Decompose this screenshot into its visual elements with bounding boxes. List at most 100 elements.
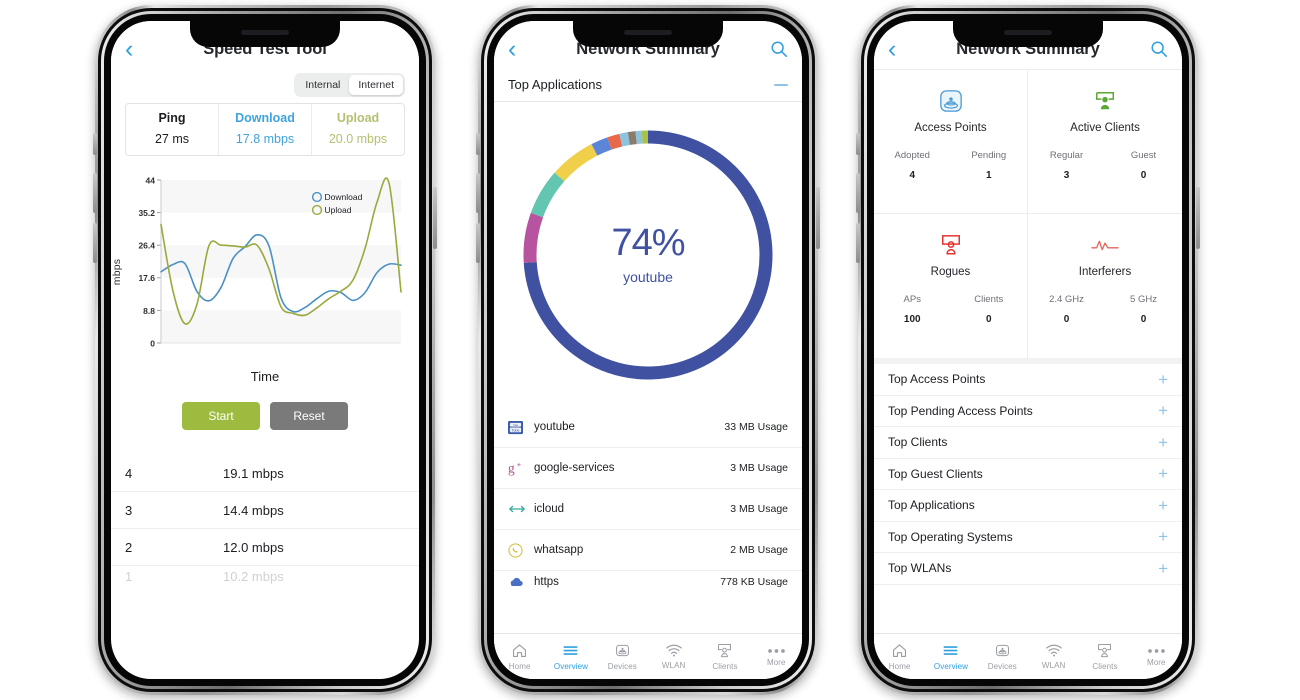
- tab-home[interactable]: Home: [494, 642, 545, 671]
- tab-more[interactable]: More: [751, 647, 802, 667]
- tab-clients[interactable]: Clients: [1079, 642, 1130, 671]
- app-name: youtube: [534, 421, 575, 433]
- list-item-label: Top Pending Access Points: [888, 403, 1033, 418]
- list-item[interactable]: Top Applications +: [874, 490, 1182, 522]
- speed-stats-box: Ping 27 ms Download 17.8 mbps Upload 20.…: [125, 103, 405, 156]
- minus-icon[interactable]: [774, 83, 788, 86]
- power-button[interactable]: [433, 187, 437, 249]
- metric-value: 3: [1063, 170, 1070, 181]
- power-button[interactable]: [816, 187, 820, 249]
- list-item[interactable]: icloud 3 MB Usage: [494, 489, 802, 530]
- speed-results-list: 4 19.1 mbps 3 14.4 mbps 2 12.0 mbps 1 10…: [111, 455, 419, 586]
- mute-switch[interactable]: [476, 133, 480, 155]
- scope-segmented-control[interactable]: Internal Internet: [294, 73, 405, 97]
- donut-center-label: 74% youtube: [611, 222, 685, 285]
- tab-wlan[interactable]: WLAN: [1028, 643, 1079, 670]
- plus-icon[interactable]: +: [1158, 434, 1168, 451]
- result-index: 2: [125, 539, 133, 555]
- metric-regular: Regular 3: [1028, 150, 1105, 181]
- svg-text:44: 44: [146, 175, 156, 185]
- volume-down-button[interactable]: [476, 223, 480, 263]
- tab-devices[interactable]: Devices: [597, 642, 648, 671]
- more-icon: [767, 647, 786, 655]
- phone-network-summary-applications: ‹ Network Summary Top Applications 74% y…: [476, 5, 820, 695]
- card-access-points[interactable]: Access Points Adopted 4 Pending 1: [874, 70, 1028, 214]
- card-rogues[interactable]: Rogues APs 100 Clients 0: [874, 214, 1028, 358]
- table-row-partial[interactable]: 1 10.2 mbps: [111, 566, 419, 586]
- power-button[interactable]: [1196, 187, 1200, 249]
- table-row[interactable]: 4 19.1 mbps: [111, 455, 419, 492]
- whatsapp-icon: [508, 542, 534, 558]
- list-item[interactable]: Top Clients +: [874, 427, 1182, 459]
- list-item[interactable]: Top Guest Clients +: [874, 459, 1182, 490]
- volume-up-button[interactable]: [856, 173, 860, 213]
- back-icon[interactable]: ‹: [888, 36, 914, 62]
- stat-download-label: Download: [235, 111, 295, 125]
- start-button[interactable]: Start: [182, 402, 260, 430]
- back-icon[interactable]: ‹: [125, 36, 151, 62]
- search-button[interactable]: [762, 40, 788, 58]
- table-row[interactable]: 3 14.4 mbps: [111, 492, 419, 529]
- mute-switch[interactable]: [856, 133, 860, 155]
- mute-switch[interactable]: [93, 133, 97, 155]
- tab-clients[interactable]: Clients: [699, 642, 750, 671]
- tab-wlan[interactable]: WLAN: [648, 643, 699, 670]
- card-interferers[interactable]: Interferers 2.4 GHz 0 5 GHz 0: [1028, 214, 1182, 358]
- segment-internal[interactable]: Internal: [296, 75, 349, 95]
- app-name: https: [534, 576, 559, 588]
- result-index: 4: [125, 465, 133, 481]
- segment-internet[interactable]: Internet: [349, 75, 403, 95]
- plus-icon[interactable]: +: [1158, 402, 1168, 419]
- wlan-icon: [665, 643, 683, 658]
- plus-icon[interactable]: +: [1158, 528, 1168, 545]
- volume-up-button[interactable]: [476, 173, 480, 213]
- tab-label: Overview: [553, 662, 589, 671]
- google-plus-icon: g +: [508, 460, 534, 476]
- top-applications-donut-chart: 74% youtube: [494, 102, 802, 407]
- search-button[interactable]: [1142, 40, 1168, 58]
- notch: [953, 21, 1103, 47]
- donut-percent: 74%: [611, 222, 685, 264]
- volume-down-button[interactable]: [93, 223, 97, 263]
- list-item-label: Top Clients: [888, 435, 948, 450]
- list-item[interactable]: Top Access Points +: [874, 364, 1182, 396]
- list-item[interactable]: You Tube youtube 33 MB Usage: [494, 407, 802, 448]
- volume-up-button[interactable]: [93, 173, 97, 213]
- search-icon: [771, 41, 787, 57]
- result-value: 12.0 mbps: [223, 539, 284, 555]
- tab-label: Devices: [607, 662, 637, 671]
- stat-download-value: 17.8 mbps: [235, 132, 295, 146]
- scope-segmented-control-wrap: Internal Internet: [111, 69, 419, 103]
- reset-button[interactable]: Reset: [270, 402, 348, 430]
- plus-icon[interactable]: +: [1158, 497, 1168, 514]
- tab-label: WLAN: [661, 661, 686, 670]
- tab-overview[interactable]: Overview: [545, 642, 596, 671]
- plus-icon[interactable]: +: [1158, 465, 1168, 482]
- https-icon: [508, 576, 534, 588]
- list-item[interactable]: Top Pending Access Points +: [874, 396, 1182, 427]
- volume-down-button[interactable]: [856, 223, 860, 263]
- list-item[interactable]: Top WLANs +: [874, 553, 1182, 585]
- list-item-partial[interactable]: https 778 KB Usage: [494, 571, 802, 593]
- list-item[interactable]: whatsapp 2 MB Usage: [494, 530, 802, 571]
- tab-overview[interactable]: Overview: [925, 642, 976, 671]
- list-item[interactable]: Top Operating Systems +: [874, 522, 1182, 553]
- earpiece-speaker: [1004, 30, 1052, 35]
- list-item[interactable]: g + google-services 3 MB Usage: [494, 448, 802, 489]
- tab-label: WLAN: [1041, 661, 1066, 670]
- plus-icon[interactable]: +: [1158, 371, 1168, 388]
- back-icon[interactable]: ‹: [508, 36, 534, 62]
- tab-label: More: [1146, 657, 1166, 667]
- overview-icon: [942, 642, 959, 659]
- result-value: 19.1 mbps: [223, 465, 284, 481]
- metric-label: 5 GHz: [1130, 294, 1157, 305]
- tab-devices[interactable]: Devices: [977, 642, 1028, 671]
- app-name: whatsapp: [534, 544, 584, 556]
- tab-more[interactable]: More: [1131, 647, 1182, 667]
- metric-value: 0: [1063, 314, 1070, 325]
- card-active-clients[interactable]: Active Clients Regular 3 Guest 0: [1028, 70, 1182, 214]
- icloud-icon: [508, 504, 534, 514]
- tab-home[interactable]: Home: [874, 642, 925, 671]
- table-row[interactable]: 2 12.0 mbps: [111, 529, 419, 566]
- plus-icon[interactable]: +: [1158, 560, 1168, 577]
